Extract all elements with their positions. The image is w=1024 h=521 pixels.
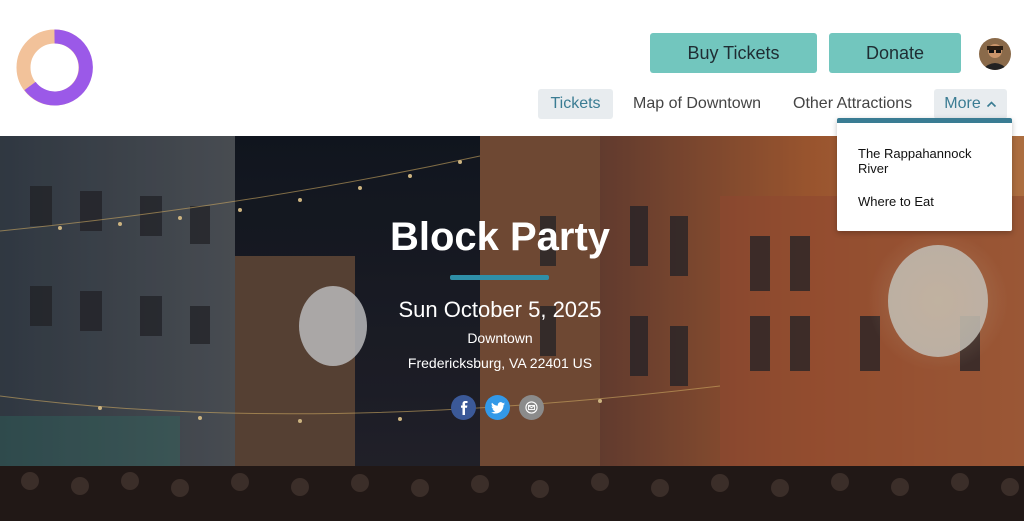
nav-item-tickets[interactable]: Tickets [538, 89, 613, 119]
nav-item-more[interactable]: More [934, 89, 1007, 119]
logo[interactable] [16, 29, 93, 106]
chevron-up-icon [986, 101, 996, 108]
event-address: Fredericksburg, VA 22401 US [407, 355, 593, 371]
nav-item-label: More [944, 95, 981, 112]
nav-item-label: Map of Downtown [633, 95, 762, 112]
buy-tickets-button[interactable]: Buy Tickets [650, 33, 817, 73]
donate-button[interactable]: Donate [829, 33, 961, 73]
site-header: Buy Tickets Donate Tickets Map of Downto… [0, 0, 1024, 136]
title-underline [450, 275, 549, 280]
dropdown-item-rappahannock-river[interactable]: The Rappahannock River [858, 146, 998, 176]
dropdown-item-where-to-eat[interactable]: Where to Eat [858, 194, 998, 209]
facebook-icon [460, 400, 467, 415]
event-date: Sun October 5, 2025 [398, 297, 602, 322]
nav-item-map-of-downtown[interactable]: Map of Downtown [633, 89, 761, 119]
email-icon [525, 401, 538, 414]
avatar[interactable] [979, 38, 1011, 70]
nav-item-label: Other Attractions [793, 95, 913, 112]
nav-item-other-attractions[interactable]: Other Attractions [793, 89, 912, 119]
email-share-button[interactable] [519, 395, 544, 420]
more-dropdown-menu: The Rappahannock River Where to Eat [837, 118, 1012, 231]
twitter-share-button[interactable] [485, 395, 510, 420]
facebook-share-button[interactable] [451, 395, 476, 420]
twitter-icon [490, 401, 505, 414]
nav-item-label: Tickets [550, 95, 601, 112]
event-venue: Downtown [467, 330, 533, 346]
